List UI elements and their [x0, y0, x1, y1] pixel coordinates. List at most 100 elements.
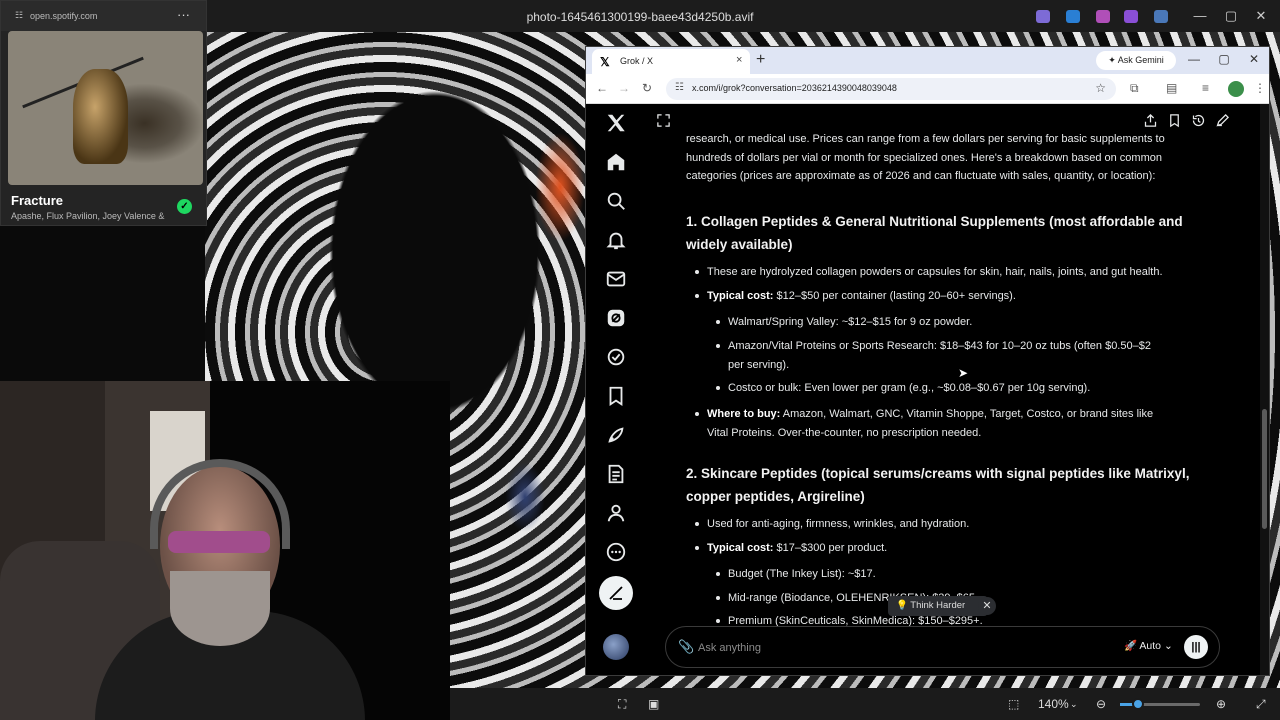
x-grok-page: research, or medical use. Prices can ran…: [586, 104, 1269, 675]
list-item: Walmart/Spring Valley: ~$12–$15 for 9 oz…: [716, 313, 1168, 332]
maximize-icon[interactable]: ▢: [1210, 52, 1238, 66]
grok-response: research, or medical use. Prices can ran…: [686, 132, 1196, 632]
app-icon[interactable]: [1066, 10, 1080, 23]
site-settings-icon[interactable]: ☷: [15, 10, 23, 21]
close-icon[interactable]: ✕: [1246, 8, 1276, 24]
close-icon[interactable]: ✕: [1240, 52, 1268, 66]
x-sidebar: [586, 104, 648, 675]
expand-icon[interactable]: [656, 113, 672, 129]
rocket-icon[interactable]: [605, 424, 629, 448]
track-title: Fracture: [11, 193, 64, 208]
cost-label: Typical cost:: [707, 290, 774, 302]
zoom-slider[interactable]: [1120, 698, 1200, 710]
share-icon[interactable]: [1143, 113, 1159, 129]
response-intro: research, or medical use. Prices can ran…: [686, 133, 1165, 182]
zoom-level[interactable]: 140%: [1038, 697, 1069, 711]
compose-post-button[interactable]: [599, 576, 633, 610]
fullscreen-icon[interactable]: ⤢: [1256, 697, 1266, 712]
search-icon[interactable]: [605, 190, 629, 214]
back-icon[interactable]: ←: [596, 81, 608, 95]
webcam-feed: [0, 381, 450, 720]
bookmark-star-icon[interactable]: ☆: [1095, 81, 1106, 95]
tab-strip: 𝕏 Grok / X × + ✦ Ask Gemini — ▢ ✕: [586, 47, 1269, 74]
address-bar[interactable]: ☷ x.com/i/grok?conversation=203621439004…: [666, 78, 1116, 100]
app-icon[interactable]: [1124, 10, 1138, 23]
messages-icon[interactable]: [605, 268, 629, 292]
more-icon[interactable]: ···: [177, 7, 190, 22]
new-chat-icon[interactable]: [1215, 113, 1231, 129]
minimize-icon[interactable]: —: [1180, 52, 1208, 66]
spotify-mini-player: ☷ open.spotify.com ··· Fracture Apashe, …: [0, 0, 207, 226]
app-icon[interactable]: [1096, 10, 1110, 23]
list-item: These are hydrolyzed collagen powders or…: [695, 263, 1177, 282]
copilot-icon[interactable]: [1036, 10, 1050, 23]
scroll-thumb[interactable]: [1262, 409, 1267, 529]
list-item: Costco or bulk: Even lower per gram (e.g…: [716, 379, 1168, 398]
site-info-icon[interactable]: ☷: [675, 82, 684, 93]
model-selector[interactable]: 🚀 Auto ⌄: [1124, 639, 1173, 652]
articles-icon[interactable]: [605, 463, 629, 487]
notifications-icon[interactable]: [605, 229, 629, 253]
app-icon[interactable]: [1154, 10, 1168, 23]
media-icon[interactable]: ≡: [1202, 81, 1209, 95]
list-item: Used for anti-aging, firmness, wrinkles,…: [695, 515, 1177, 534]
cost-text: $12–$50 per container (lasting 20–60+ se…: [773, 290, 1016, 302]
mouse-cursor-icon: ➤: [958, 366, 969, 380]
extensions-icon[interactable]: ⧉: [1130, 81, 1139, 96]
list-item: Typical cost: $12–$50 per container (las…: [695, 287, 1177, 306]
browser-window: 𝕏 Grok / X × + ✦ Ask Gemini — ▢ ✕ ← → ↻ …: [585, 46, 1270, 676]
tab-grok[interactable]: 𝕏 Grok / X ×: [592, 49, 750, 74]
grok-icon[interactable]: [605, 307, 629, 331]
edit-icon[interactable]: ▣: [648, 697, 659, 711]
history-icon[interactable]: [1191, 113, 1207, 129]
spotify-title-bar: ☷ open.spotify.com ···: [1, 1, 206, 31]
side-panel-icon[interactable]: ▤: [1166, 81, 1177, 95]
zoom-in-icon[interactable]: ⊕: [1216, 697, 1226, 711]
address-url: x.com/i/grok?conversation=20362143900480…: [692, 83, 897, 93]
bookmark-icon[interactable]: [1167, 113, 1183, 129]
profile-avatar[interactable]: [1228, 81, 1244, 97]
x-logo-icon: 𝕏: [600, 55, 610, 69]
lists-icon[interactable]: [605, 346, 629, 370]
menu-icon[interactable]: ⋮: [1254, 81, 1266, 95]
ask-anything-input[interactable]: [698, 638, 1078, 658]
section-heading: 2. Skincare Peptides (topical serums/cre…: [686, 466, 1190, 504]
viewer-bottom-bar: ⛶ ▣ ⬚ 140% ⌄ ⊖ ⊕ ⤢: [450, 688, 1280, 720]
fit-icon[interactable]: ⬚: [1008, 697, 1019, 711]
ask-gemini-label: Ask Gemini: [1117, 55, 1164, 65]
section-heading: 1. Collagen Peptides & General Nutrition…: [686, 214, 1183, 252]
more-icon[interactable]: [605, 541, 629, 565]
zoom-out-icon[interactable]: ⊖: [1096, 697, 1106, 711]
close-icon[interactable]: ✕: [978, 597, 996, 615]
list-item: Typical cost: $17–$300 per product.: [695, 539, 1177, 558]
minimize-icon[interactable]: —: [1185, 8, 1215, 23]
x-logo-icon[interactable]: [605, 112, 629, 136]
list-item: Amazon/Vital Proteins or Sports Research…: [716, 337, 1168, 374]
browser-toolbar: ← → ↻ ☷ x.com/i/grok?conversation=203621…: [586, 74, 1269, 104]
page-scrollbar[interactable]: [1260, 104, 1269, 675]
attach-icon[interactable]: 📎: [678, 639, 694, 655]
crop-icon[interactable]: ⛶: [618, 697, 626, 712]
bookmarks-icon[interactable]: [605, 385, 629, 409]
think-harder-chip[interactable]: 💡 Think Harder: [888, 596, 988, 616]
think-harder-label: Think Harder: [910, 600, 966, 611]
ask-gemini-button[interactable]: ✦ Ask Gemini: [1096, 51, 1176, 70]
reload-icon[interactable]: ↻: [642, 81, 652, 95]
chevron-down-icon[interactable]: ⌄: [1070, 699, 1078, 710]
home-icon[interactable]: [605, 151, 629, 175]
saved-check-icon[interactable]: ✓: [177, 199, 192, 214]
new-tab-button[interactable]: +: [756, 51, 765, 69]
voice-mode-button[interactable]: |||: [1184, 635, 1208, 659]
grok-composer: 📎 🚀 Auto ⌄ |||: [665, 626, 1220, 668]
list-item: Budget (The Inkey List): ~$17.: [716, 565, 1168, 584]
cost-label: Typical cost:: [707, 542, 774, 554]
track-artists[interactable]: Apashe, Flux Pavilion, Joey Valence & Br: [11, 211, 166, 221]
model-label: Auto: [1139, 640, 1162, 652]
maximize-icon[interactable]: ▢: [1216, 8, 1246, 24]
profile-icon[interactable]: [605, 502, 629, 526]
forward-icon[interactable]: →: [618, 81, 630, 95]
close-tab-icon[interactable]: ×: [736, 54, 742, 66]
where-label: Where to buy:: [707, 408, 781, 420]
cost-text: $17–$300 per product.: [773, 542, 888, 554]
avatar[interactable]: [603, 634, 629, 660]
